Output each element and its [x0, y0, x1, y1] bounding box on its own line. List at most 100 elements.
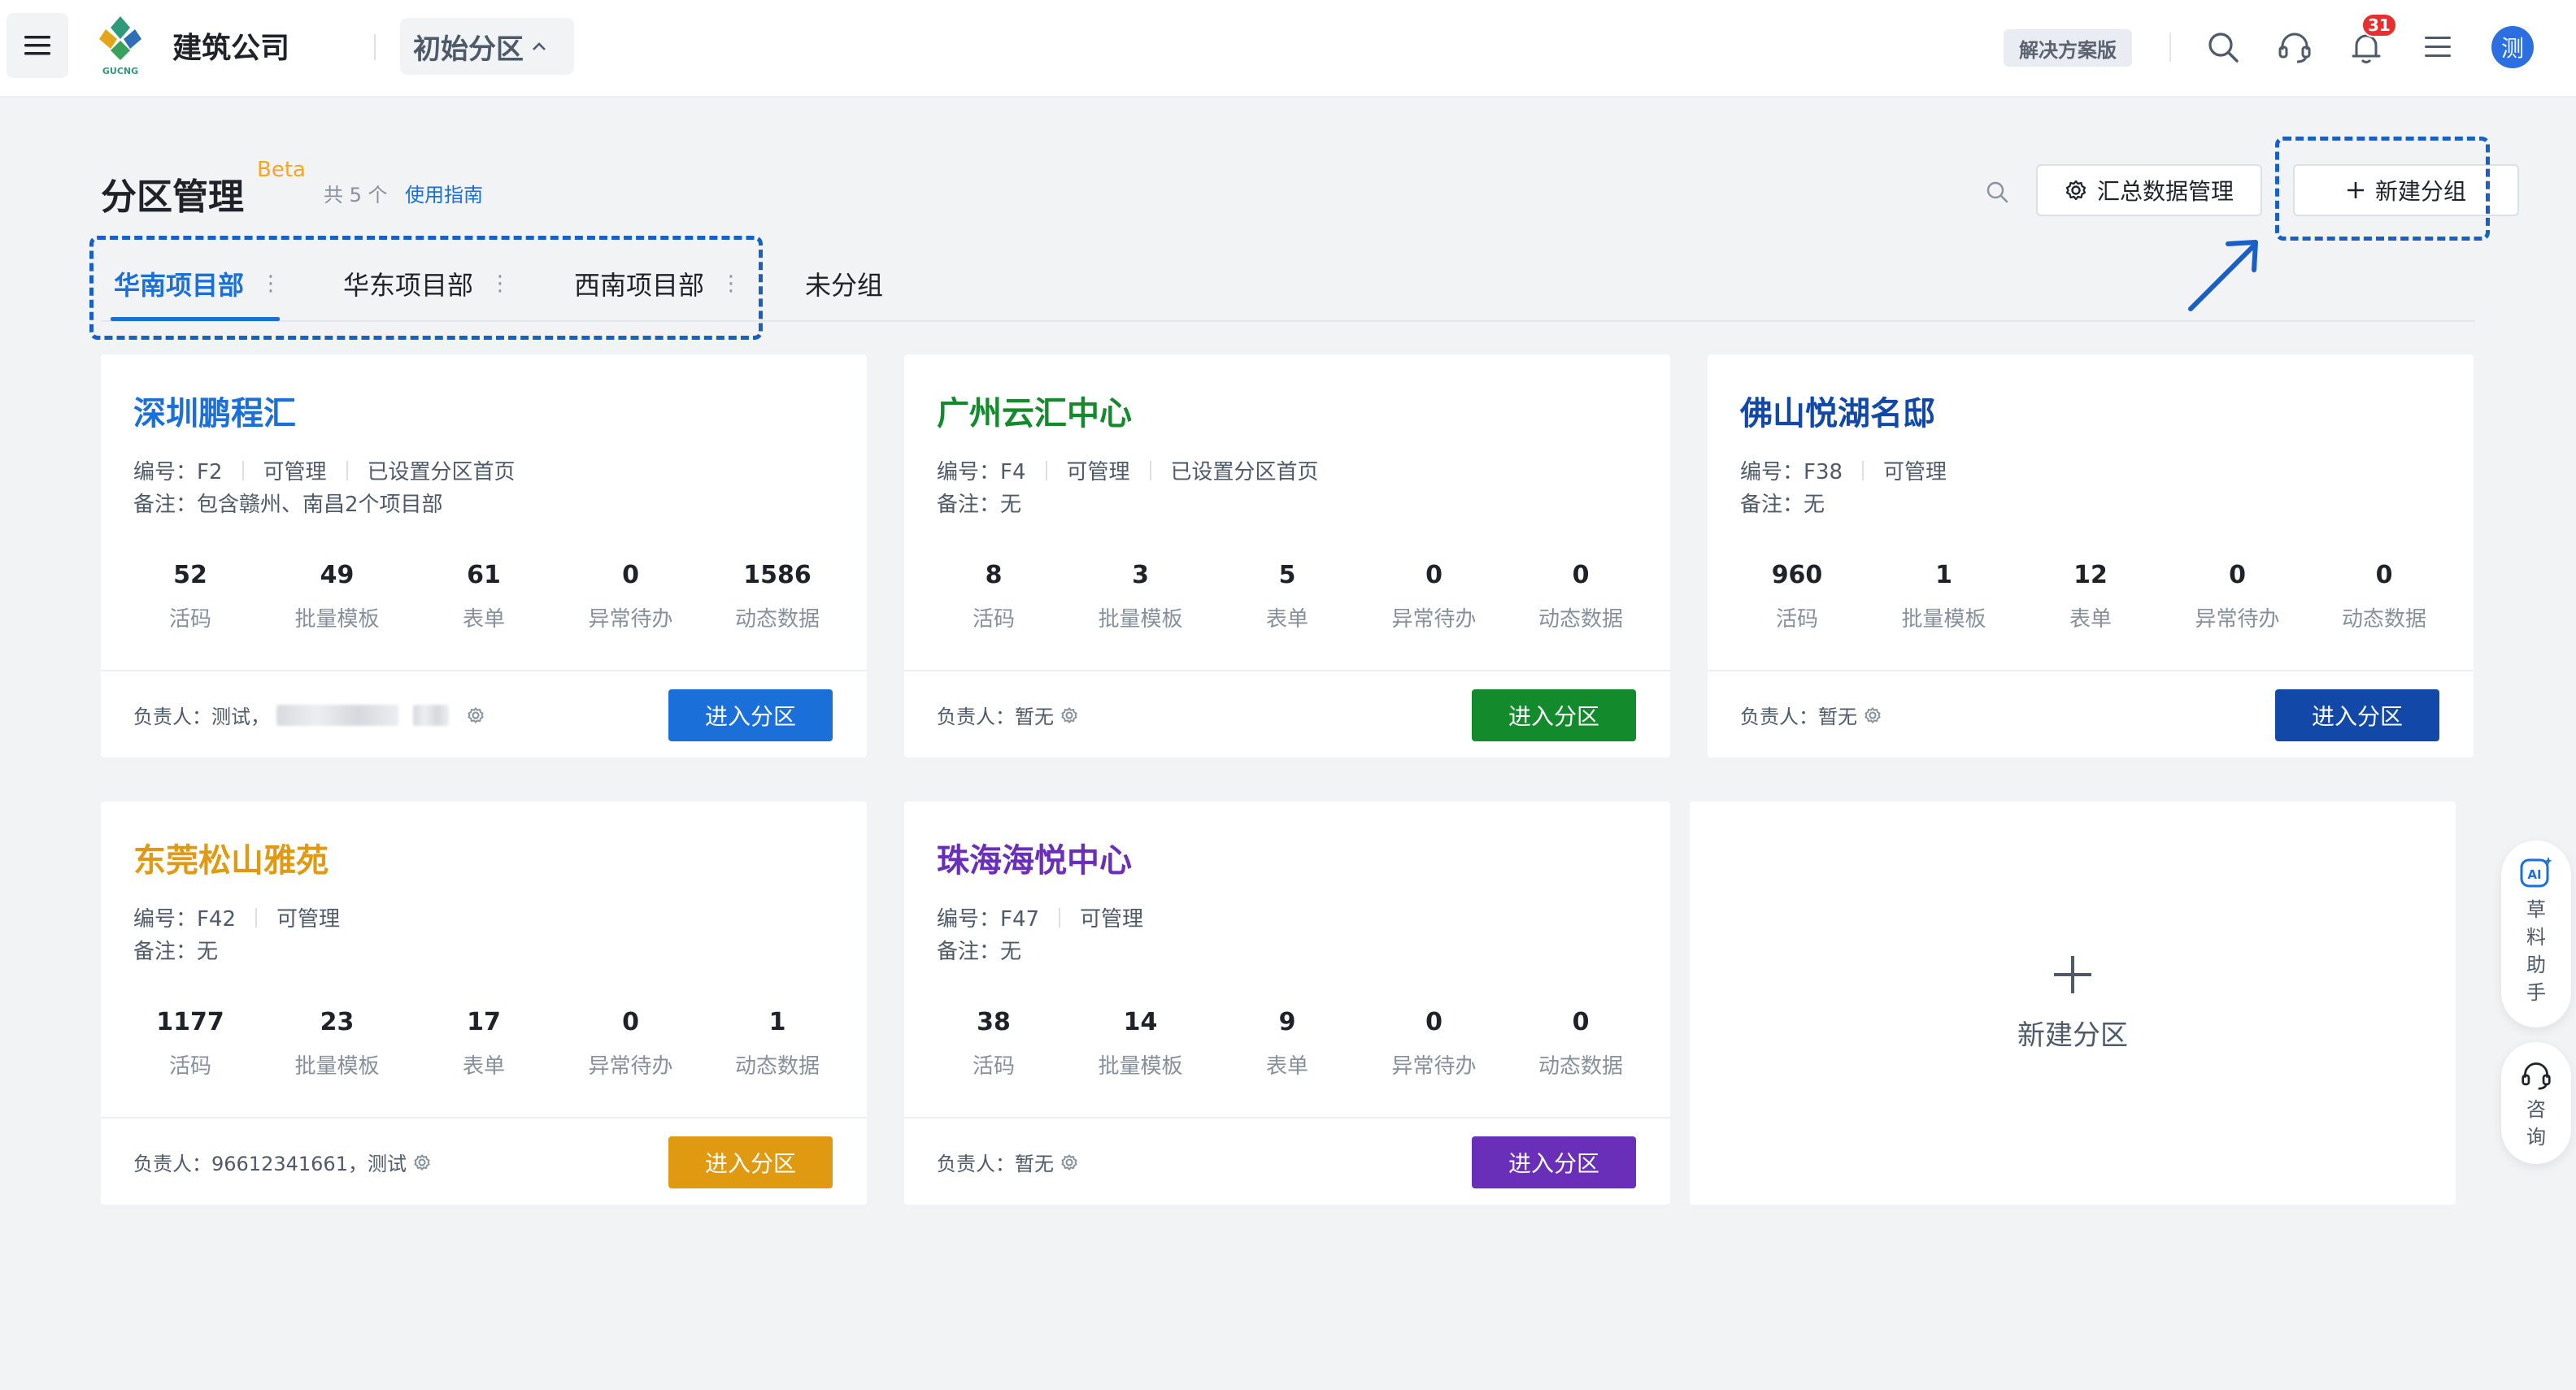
summary-data-button[interactable]: 汇总数据管理 — [2036, 164, 2262, 216]
user-avatar[interactable]: 测 — [2491, 26, 2534, 68]
gear-icon[interactable] — [467, 706, 485, 724]
enter-partition-button[interactable]: 进入分区 — [668, 689, 833, 741]
stat-item[interactable]: 23 批量模板 — [264, 1008, 411, 1079]
stat-label: 动态数据 — [2341, 607, 2426, 632]
tab-ungrouped[interactable]: 未分组 — [805, 265, 883, 302]
partition-selector-label: 初始分区 — [413, 33, 524, 66]
new-group-label: 新建分组 — [2374, 178, 2466, 205]
stat-item[interactable]: 5 表单 — [1214, 561, 1360, 632]
partition-selector[interactable]: 初始分区 — [400, 18, 574, 75]
partition-search-button[interactable] — [1981, 176, 2013, 208]
consult-button[interactable]: 咨询 — [2501, 1042, 2571, 1164]
stat-label: 异常待办 — [2195, 607, 2280, 632]
stat-item[interactable]: 8 活码 — [920, 561, 1067, 632]
stat-item[interactable]: 52 活码 — [117, 561, 263, 632]
stat-item[interactable]: 0 异常待办 — [2165, 561, 2311, 632]
partition-stats: 38 活码 14 批量模板 9 表单 0 异常待办 0 动态数据 — [920, 1008, 1654, 1079]
tab-label: 华东项目部 — [343, 270, 474, 301]
stat-item[interactable]: 1 批量模板 — [1871, 561, 2017, 632]
stat-value: 960 — [1771, 561, 1823, 589]
more-vertical-icon[interactable]: ⋮ — [720, 271, 742, 296]
enter-partition-button[interactable]: 进入分区 — [1472, 1136, 1636, 1188]
stat-item[interactable]: 0 异常待办 — [1361, 1008, 1508, 1079]
stat-item[interactable]: 1586 动态数据 — [704, 561, 851, 632]
partition-card: 佛山悦湖名邸 编号：F38 可管理 备注：无 960 活码 1 批量模板 12 表单 0 异常… — [1708, 354, 2474, 758]
stat-value: 17 — [467, 1008, 501, 1036]
new-group-button[interactable]: 新建分组 — [2293, 164, 2519, 216]
partition-title[interactable]: 广州云汇中心 — [937, 387, 1132, 434]
stat-item[interactable]: 0 动态数据 — [1508, 561, 1654, 632]
gear-icon[interactable] — [413, 1153, 431, 1171]
stat-item[interactable]: 0 异常待办 — [558, 1008, 704, 1079]
stat-value: 8 — [985, 561, 1003, 589]
stat-label: 活码 — [168, 607, 211, 632]
stat-item[interactable]: 960 活码 — [1724, 561, 1870, 632]
customer-service-button[interactable] — [2275, 28, 2314, 67]
stat-value: 0 — [1572, 1008, 1590, 1036]
beta-tag: Beta — [257, 158, 306, 182]
tab-southwest[interactable]: 西南项目部 ⋮ — [574, 265, 742, 302]
stat-item[interactable]: 1177 活码 — [117, 1008, 263, 1079]
gear-icon[interactable] — [1060, 1153, 1078, 1171]
tab-south-china[interactable]: 华南项目部 ⋮ — [114, 265, 281, 302]
meta-divider — [255, 907, 258, 927]
stat-value: 0 — [622, 561, 639, 589]
partition-remark: 备注：无 — [937, 493, 1022, 517]
stat-item[interactable]: 3 批量模板 — [1068, 561, 1214, 632]
stat-value: 52 — [173, 561, 207, 589]
svg-text:GUCNG: GUCNG — [102, 66, 138, 76]
stat-label: 异常待办 — [1391, 607, 1477, 632]
search-icon — [1986, 181, 2008, 203]
tab-east-china[interactable]: 华东项目部 ⋮ — [343, 265, 511, 302]
list-menu-button[interactable] — [2418, 28, 2457, 67]
more-vertical-icon[interactable]: ⋮ — [260, 271, 281, 296]
stat-value: 0 — [622, 1008, 639, 1036]
menu-toggle-button[interactable] — [7, 13, 68, 78]
enter-partition-button[interactable]: 进入分区 — [1472, 689, 1636, 741]
stat-item[interactable]: 14 批量模板 — [1068, 1008, 1214, 1079]
gear-icon[interactable] — [1060, 706, 1078, 724]
notification-count-badge: 31 — [2361, 13, 2397, 37]
stat-item[interactable]: 0 异常待办 — [1361, 561, 1508, 632]
stat-item[interactable]: 17 表单 — [411, 1008, 557, 1079]
stat-label: 表单 — [2069, 607, 2112, 632]
partition-meta: 编号：F2 可管理 已设置分区首页 — [133, 455, 516, 485]
stat-value: 0 — [1425, 1008, 1442, 1036]
new-partition-card[interactable]: 新建分区 — [1690, 801, 2456, 1205]
ai-assistant-button[interactable]: AI 草料助手 — [2501, 841, 2571, 1027]
stat-item[interactable]: 12 表单 — [2017, 561, 2164, 632]
stat-item[interactable]: 0 动态数据 — [1508, 1008, 1654, 1079]
stat-item[interactable]: 0 动态数据 — [2311, 561, 2457, 632]
partition-meta: 编号：F42 可管理 — [133, 902, 340, 932]
stat-label: 活码 — [972, 1054, 1015, 1079]
stat-item[interactable]: 1 动态数据 — [704, 1008, 851, 1079]
stat-label: 异常待办 — [1391, 1054, 1477, 1079]
meta-divider — [1045, 460, 1047, 480]
ai-icon: AI — [2520, 857, 2552, 888]
stat-item[interactable]: 49 批量模板 — [264, 561, 411, 632]
stat-label: 动态数据 — [734, 607, 820, 632]
stat-value: 3 — [1132, 561, 1149, 589]
stat-value: 0 — [2229, 561, 2246, 589]
gear-icon[interactable] — [1864, 706, 1882, 724]
plan-badge[interactable]: 解决方案版 — [2004, 29, 2132, 67]
user-guide-link[interactable]: 使用指南 — [405, 179, 483, 207]
partition-title[interactable]: 佛山悦湖名邸 — [1740, 387, 1935, 434]
stat-item[interactable]: 9 表单 — [1214, 1008, 1360, 1079]
stat-item[interactable]: 61 表单 — [411, 561, 557, 632]
partition-title[interactable]: 深圳鹏程汇 — [133, 387, 296, 434]
search-button[interactable] — [2204, 28, 2243, 67]
more-vertical-icon[interactable]: ⋮ — [490, 271, 511, 296]
stat-item[interactable]: 38 活码 — [920, 1008, 1067, 1079]
topbar-divider — [374, 34, 376, 60]
stat-item[interactable]: 0 异常待办 — [558, 561, 704, 632]
enter-partition-button[interactable]: 进入分区 — [668, 1136, 833, 1188]
partition-title[interactable]: 珠海海悦中心 — [937, 834, 1132, 881]
stat-value: 5 — [1278, 561, 1296, 589]
partition-title[interactable]: 东莞松山雅苑 — [133, 834, 329, 881]
partition-owner: 负责人：测试， — [133, 701, 485, 729]
partition-stats: 52 活码 49 批量模板 61 表单 0 异常待办 1586 动态数据 — [117, 561, 851, 632]
plus-icon — [2347, 182, 2364, 198]
enter-partition-button[interactable]: 进入分区 — [2275, 689, 2439, 741]
partition-meta: 编号：F47 可管理 — [937, 902, 1143, 932]
